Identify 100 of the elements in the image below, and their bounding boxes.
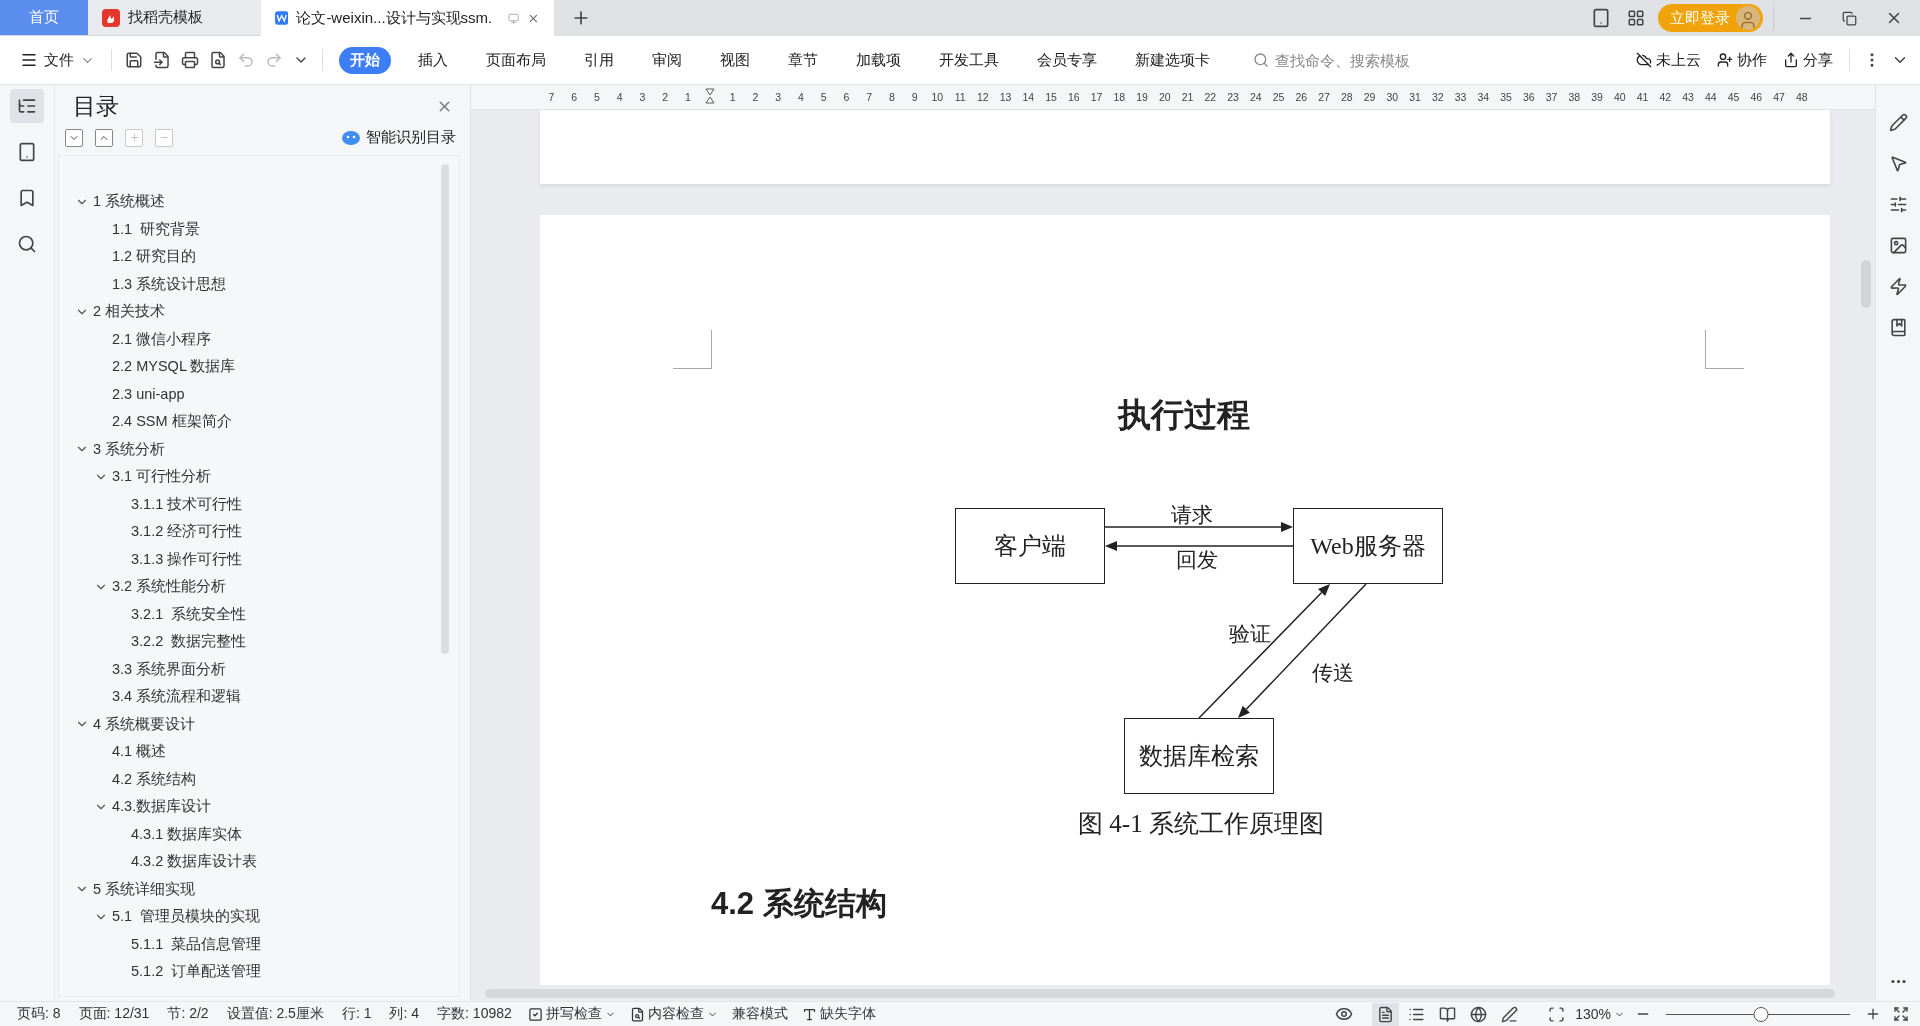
status-field: 设置值: 2.5厘米 — [217, 1005, 333, 1023]
ruler-number: 18 — [1112, 91, 1127, 103]
toc-item[interactable]: 5 系统详细实现 — [93, 879, 196, 899]
ribbon-tab[interactable]: 会员专享 — [1026, 46, 1108, 74]
ruler-number: 40 — [1613, 91, 1627, 103]
toolbar-action-button[interactable]: 分享 — [1777, 46, 1839, 74]
ruler-number: 47 — [1772, 91, 1786, 103]
font-icon — [801, 1006, 817, 1022]
ruler-number: 45 — [1726, 91, 1741, 103]
status-field: 页码: 8 — [8, 1005, 70, 1023]
ribbon-tab[interactable]: 新建选项卡 — [1124, 46, 1221, 74]
ruler-number: 27 — [1317, 91, 1331, 103]
status-field: 节: 2/2 — [158, 1005, 218, 1023]
toc-item[interactable]: 3.1.3 操作可行性 — [131, 549, 243, 569]
toc-item[interactable]: 4 系统概要设计 — [93, 714, 196, 734]
command-search-field[interactable]: 查找命令、搜索模板 — [1253, 50, 1467, 70]
toc-item[interactable]: 2.4 SSM 框架简介 — [112, 412, 232, 432]
page-view-icon[interactable] — [1372, 1002, 1400, 1026]
toc-item[interactable]: 2 相关技术 — [93, 302, 166, 322]
ruler-number: 21 — [1180, 91, 1195, 103]
toc-item[interactable]: 3 系统分析 — [93, 439, 166, 459]
ruler-number: 19 — [1135, 91, 1149, 103]
ribbon-tab[interactable]: 页面布局 — [475, 46, 557, 74]
spell-check-button[interactable]: 拼写检查 — [520, 1005, 623, 1023]
ribbon-tab[interactable]: 章节 — [777, 46, 829, 74]
toc-item[interactable]: 3.2.1 系统安全性 — [131, 604, 247, 624]
status-field: 字数: 10982 — [428, 1005, 521, 1023]
panel-title: 目录 — [73, 92, 119, 121]
toc-item[interactable]: 5.1.2 订单配送管理 — [131, 962, 262, 982]
toc-item[interactable]: 2.3 uni-app — [112, 386, 185, 403]
toc-item[interactable]: 1.1 研究背景 — [112, 219, 201, 239]
toc-item[interactable]: 3.2 系统性能分析 — [112, 577, 227, 597]
ribbon-tab[interactable]: 插入 — [407, 46, 459, 74]
toc-item[interactable]: 4.1 概述 — [112, 742, 167, 762]
toc-item[interactable]: 3.1.1 技术可行性 — [131, 494, 243, 514]
plus-icon — [128, 132, 140, 143]
toolbar-action-button[interactable]: 协作 — [1711, 46, 1773, 74]
toc-item[interactable]: 1.3 系统设计思想 — [112, 274, 227, 294]
expand-all-button[interactable] — [65, 128, 83, 147]
checkbox-icon — [527, 1006, 543, 1022]
ruler-number: 31 — [1408, 91, 1422, 103]
ribbon-tab[interactable]: 引用 — [573, 46, 625, 74]
section-heading: 4.2 系统结构 — [711, 885, 887, 923]
toc-item[interactable]: 2.2 MYSQL 数据库 — [112, 357, 236, 377]
ruler-number: 29 — [1362, 91, 1377, 103]
zoom-button[interactable]: 130% — [1568, 1006, 1632, 1022]
ruler-number: 12 — [976, 91, 990, 103]
ruler-number: 9 — [910, 91, 919, 103]
toc-item[interactable]: 4.3.数据库设计 — [112, 797, 212, 817]
smart-toc-button[interactable]: 智能识别目录 — [342, 128, 456, 147]
ruler-number: 36 — [1522, 91, 1536, 103]
toolbar-action-button[interactable]: 未上云 — [1630, 46, 1707, 74]
toc-item[interactable]: 5.1.1 菜品信息管理 — [131, 934, 262, 954]
toc-item[interactable]: 4.3.2 数据库设计表 — [131, 852, 258, 872]
status-field: 行: 1 — [332, 1005, 381, 1023]
toc-item[interactable]: 2.1 微信小程序 — [112, 329, 212, 349]
ruler-number: 7 — [547, 91, 556, 103]
indent-marker-icon[interactable] — [705, 88, 716, 106]
ruler-number: 37 — [1544, 91, 1559, 103]
slider-thumb[interactable] — [1753, 1006, 1769, 1022]
document-logo-icon — [275, 9, 289, 27]
ribbon-tab[interactable]: 开发工具 — [928, 46, 1010, 74]
ruler-number: 1 — [683, 91, 692, 103]
toc-item[interactable]: 3.1 可行性分析 — [112, 467, 212, 487]
outline-icon[interactable] — [10, 89, 44, 123]
toc-item[interactable]: 3.4 系统流程和逻辑 — [112, 687, 242, 707]
ruler-number: 24 — [1249, 91, 1263, 103]
ribbon-tab[interactable]: 视图 — [709, 46, 761, 74]
compat-mode-button[interactable]: 兼容模式 — [724, 1005, 795, 1023]
arrow-label: 验证 — [1229, 621, 1271, 648]
ribbon-tab[interactable]: 审阅 — [641, 46, 693, 74]
toc-item[interactable]: 4.3.1 数据库实体 — [131, 824, 243, 844]
toc-item[interactable]: 3.2.2 数据完整性 — [131, 632, 247, 652]
ruler-number: 20 — [1158, 91, 1172, 103]
ruler-number: 48 — [1795, 91, 1809, 103]
diagram-node: Web服务器 — [1293, 508, 1443, 584]
document-tab[interactable]: 论文-weixin...设计与实现ssm. — [261, 0, 554, 36]
toc-item[interactable]: 4.2 系统结构 — [112, 769, 197, 789]
ruler-number: 35 — [1499, 91, 1513, 103]
toc-item[interactable]: 3.1.2 经济可行性 — [131, 522, 243, 542]
document-search-icon — [629, 1006, 645, 1022]
ruler-number: 8 — [887, 91, 896, 103]
ruler-number: 33 — [1453, 91, 1468, 103]
ruler-number: 30 — [1385, 91, 1400, 103]
content-check-button[interactable]: 内容检查 — [622, 1005, 725, 1023]
ruler-number: 22 — [1203, 91, 1218, 103]
ribbon-tab[interactable]: 开始 — [339, 46, 391, 74]
file-menu[interactable]: 文件 — [14, 46, 101, 74]
ribbon-tab[interactable]: 加载项 — [845, 46, 912, 74]
missing-font-button[interactable]: 缺失字体 — [794, 1005, 883, 1023]
toc-item[interactable]: 5.1 管理员模块的实现 — [112, 907, 261, 927]
ruler-number: 5 — [819, 91, 828, 103]
toc-item[interactable]: 3.3 系统界面分析 — [112, 659, 227, 679]
collapse-all-button[interactable] — [95, 128, 113, 147]
toc-item[interactable]: 1 系统概述 — [93, 192, 166, 212]
status-field: 列: 4 — [380, 1005, 429, 1023]
toc-item[interactable]: 1.2 研究目的 — [112, 247, 197, 267]
document-tab[interactable]: 找稻壳模板 — [88, 0, 261, 36]
ruler-number: 26 — [1294, 91, 1309, 103]
scrollbar-thumb[interactable] — [441, 164, 449, 654]
